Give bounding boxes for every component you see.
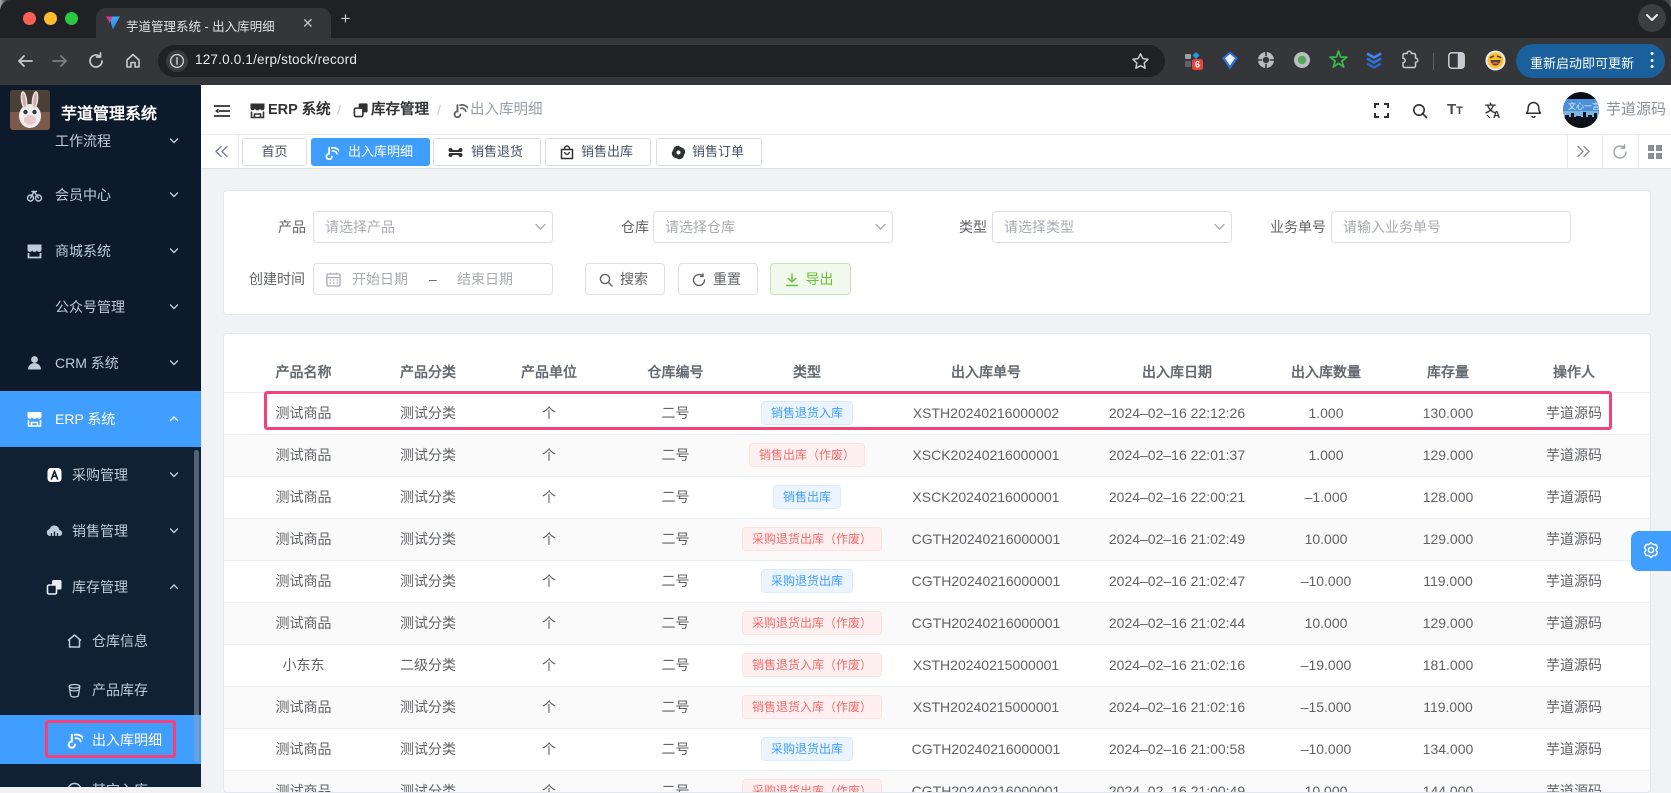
svg-text:6: 6 [1195, 60, 1200, 70]
svg-text:文心一言: 文心一言 [1568, 101, 1599, 111]
svg-text:A: A [1493, 110, 1500, 119]
